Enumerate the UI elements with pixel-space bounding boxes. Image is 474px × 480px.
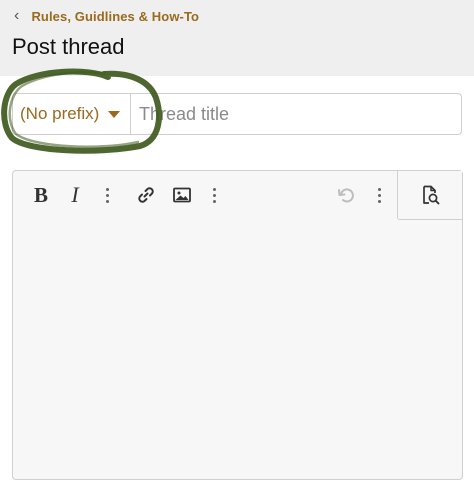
- italic-button[interactable]: I: [65, 182, 85, 207]
- link-button[interactable]: [135, 183, 157, 207]
- page-header: ‹ Rules, Guidlines & How-To Post thread: [0, 0, 474, 76]
- more-insert-options-button[interactable]: [209, 183, 219, 207]
- more-options-button[interactable]: [102, 183, 112, 207]
- undo-icon: [338, 188, 354, 203]
- insert-image-button[interactable]: [171, 183, 193, 207]
- caret-down-icon: [108, 110, 121, 118]
- bold-button[interactable]: B: [31, 183, 51, 207]
- prefix-value: (No prefix): [20, 104, 100, 123]
- more-history-options-button[interactable]: [374, 183, 384, 207]
- prefix-dropdown[interactable]: (No prefix): [13, 94, 131, 134]
- preview-button[interactable]: [397, 171, 462, 220]
- breadcrumb[interactable]: ‹ Rules, Guidlines & How-To: [14, 8, 199, 24]
- undo-button[interactable]: [335, 183, 357, 207]
- message-editor[interactable]: B I: [12, 170, 463, 480]
- editor-toolbar: B I: [13, 171, 462, 220]
- more-vertical-icon: [377, 187, 381, 203]
- link-icon: [138, 187, 154, 203]
- more-vertical-icon: [105, 187, 109, 203]
- more-vertical-icon: [212, 187, 216, 203]
- thread-title-row: (No prefix): [12, 93, 462, 135]
- preview-icon: [423, 185, 440, 205]
- chevron-left-icon: ‹: [14, 7, 20, 24]
- thread-title-input[interactable]: [131, 94, 461, 134]
- page-title: Post thread: [12, 34, 125, 59]
- image-icon: [173, 187, 191, 203]
- breadcrumb-label: Rules, Guidlines & How-To: [31, 8, 200, 24]
